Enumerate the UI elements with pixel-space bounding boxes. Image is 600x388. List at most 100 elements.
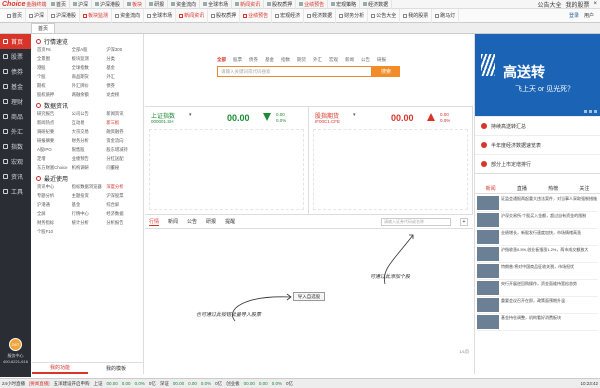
function-link[interactable]: 财务分析 xyxy=(72,138,105,144)
function-link[interactable]: 互动易 xyxy=(72,120,105,126)
function-link[interactable]: 股东增减持 xyxy=(106,147,139,153)
toolbar-hs[interactable]: 沪深 xyxy=(70,0,93,9)
pager-dot[interactable] xyxy=(584,110,587,113)
nav-news[interactable]: 资讯 xyxy=(0,169,31,184)
toolbar-sector[interactable]: 板块 xyxy=(124,0,147,9)
search-tab[interactable]: 债券 xyxy=(249,57,258,63)
function-link[interactable]: 研报摘要 xyxy=(37,138,70,144)
function-link[interactable]: 分红送配 xyxy=(106,156,139,162)
news-item[interactable]: 业绩增长，新股发行速度加快，市场情绪高涨 xyxy=(477,229,598,246)
toolbar-macro[interactable]: 宏观策略 xyxy=(328,0,361,9)
nav-stock[interactable]: 股票 xyxy=(0,49,31,64)
nav-fund[interactable]: 基金 xyxy=(0,79,31,94)
function-link[interactable]: 全屏 xyxy=(37,211,70,217)
menu-item[interactable]: 跑马灯 xyxy=(432,8,460,23)
function-link[interactable]: 分析报告 xyxy=(106,220,139,226)
search-button[interactable]: 搜索 xyxy=(372,66,400,77)
menu-item[interactable]: 经济数据 xyxy=(304,8,337,23)
nav-home[interactable]: 首页 xyxy=(0,34,31,49)
function-link[interactable]: 两融余额 xyxy=(72,92,105,98)
function-link[interactable]: 指标数据浏览器 xyxy=(72,184,105,190)
function-link[interactable]: 板块监测 xyxy=(72,56,105,62)
promo-banner[interactable]: 高送转 飞上天 or 见光死？ xyxy=(475,34,600,116)
function-link[interactable]: 商品期货 xyxy=(72,74,105,80)
function-link[interactable]: A股IPO xyxy=(37,147,70,153)
search-tab[interactable]: 新闻 xyxy=(345,57,354,63)
function-link[interactable]: 新闻资讯 xyxy=(106,111,139,117)
function-link[interactable]: 首页F6 xyxy=(37,47,70,53)
nav-macro[interactable]: 宏观 xyxy=(0,154,31,169)
tab-follow[interactable]: 关注 xyxy=(569,185,600,192)
tab-quotes[interactable]: 行情 xyxy=(149,218,160,226)
toolbar-news[interactable]: 新闻资讯 xyxy=(232,0,265,9)
nav-index[interactable]: 指数 xyxy=(0,139,31,154)
function-link[interactable]: 新闻热点 xyxy=(37,120,70,126)
import-watchlist-button[interactable]: 导入自选股 xyxy=(293,292,325,301)
login-link[interactable]: 登录 xyxy=(569,12,579,19)
tab-my-functions[interactable]: 我的功能 xyxy=(32,363,88,374)
function-link[interactable]: 业绩预告 xyxy=(72,156,105,162)
my-stock-link[interactable]: 我的股票 xyxy=(565,0,589,9)
tab-reports[interactable]: 研报 xyxy=(206,218,216,225)
service-center[interactable]: 24/7 服务中心 400-6221-616 xyxy=(0,338,31,378)
search-tab[interactable]: 研报 xyxy=(377,57,386,63)
function-link[interactable]: 期权 xyxy=(37,83,70,89)
news-item[interactable]: 央行开展逆回购操作，资金面维持宽松态势 xyxy=(477,280,598,297)
search-tab[interactable]: 外汇 xyxy=(313,57,322,63)
function-link[interactable]: 全景图 xyxy=(37,56,70,62)
search-tab[interactable]: 宏观 xyxy=(329,57,338,63)
function-link[interactable]: 沪深股票 xyxy=(106,193,139,199)
menu-item[interactable]: 财务分析 xyxy=(336,8,369,23)
toolbar-econ[interactable]: 经济数据 xyxy=(360,0,393,9)
menu-item[interactable]: 首页 xyxy=(4,8,27,23)
function-link[interactable]: 资金流向 xyxy=(106,138,139,144)
function-link[interactable]: 股权质押 xyxy=(37,92,70,98)
tab-my-templates[interactable]: 我的模板 xyxy=(88,363,144,374)
pager-dot[interactable] xyxy=(594,110,597,113)
function-link[interactable]: 主题投资 xyxy=(72,193,105,199)
function-link[interactable]: 行情中心 xyxy=(72,211,105,217)
menu-item[interactable]: 沪深 xyxy=(26,8,49,23)
menu-item[interactable]: 业绩预告 xyxy=(240,8,273,23)
nav-tools[interactable]: 工具 xyxy=(0,184,31,199)
function-link[interactable]: 港股 xyxy=(37,65,70,71)
news-item[interactable]: 特朗普:将对中国商品征收关税，市场担忧 xyxy=(477,263,598,280)
search-tab[interactable]: 全部 xyxy=(217,57,226,63)
tab-alerts[interactable]: 提醒 xyxy=(225,218,235,225)
function-link[interactable]: 龙虎榜 xyxy=(106,92,139,98)
function-link[interactable]: 个股F10 xyxy=(37,229,70,235)
menu-item[interactable]: 板块监测 xyxy=(80,8,113,23)
watchlist-search-input[interactable]: 请输入证券代码或名称 xyxy=(381,218,451,226)
live-label[interactable]: 24小时直播 xyxy=(2,381,25,387)
tab-announcements[interactable]: 公告 xyxy=(187,218,197,225)
function-link[interactable]: 融资融券 xyxy=(106,129,139,135)
menu-item[interactable]: 股权质押 xyxy=(208,8,241,23)
function-link[interactable]: 新三板 xyxy=(106,120,139,126)
function-link[interactable]: 东方财富Choice xyxy=(37,165,70,171)
menu-item[interactable]: 宏观经济 xyxy=(272,8,305,23)
feature-link[interactable]: 部分上市定增排行 xyxy=(475,154,600,173)
toolbar-forecast[interactable]: 业绩预告 xyxy=(296,0,329,9)
function-link[interactable]: 经济数据 xyxy=(106,211,139,217)
menu-item[interactable]: 公告大全 xyxy=(368,8,401,23)
function-link[interactable]: 综合屏 xyxy=(106,202,139,208)
search-tab[interactable]: 指数 xyxy=(281,57,290,63)
menu-item[interactable]: 全球市场 xyxy=(144,8,177,23)
tab-news[interactable]: 新闻 xyxy=(168,218,178,225)
search-tab[interactable]: 基金 xyxy=(265,57,274,63)
menu-item[interactable]: 我的股票 xyxy=(400,8,433,23)
tab-hot[interactable]: 热榜 xyxy=(538,185,569,192)
function-link[interactable]: 定增 xyxy=(37,156,70,162)
function-link[interactable]: 财务指标 xyxy=(37,220,70,226)
function-link[interactable]: 分类 xyxy=(106,56,139,62)
function-link[interactable]: 外汇牌价 xyxy=(72,83,105,89)
chevron-down-icon[interactable]: ▾ xyxy=(353,112,356,118)
chevron-down-icon[interactable]: ▾ xyxy=(189,112,192,118)
tab-news[interactable]: 新闻 xyxy=(475,185,506,192)
function-link[interactable]: 全球指数 xyxy=(72,65,105,71)
live-headline[interactable]: 五洋建设开启申购 xyxy=(54,381,90,387)
tab-live[interactable]: 直播 xyxy=(506,185,537,192)
announce-link[interactable]: 公告大全 xyxy=(537,0,561,9)
user-link[interactable]: 用户 xyxy=(584,12,594,19)
quote-card-sh[interactable]: 上证指数 ▾ 000001.SH 00.00 0.00 0.0% xyxy=(145,107,309,214)
